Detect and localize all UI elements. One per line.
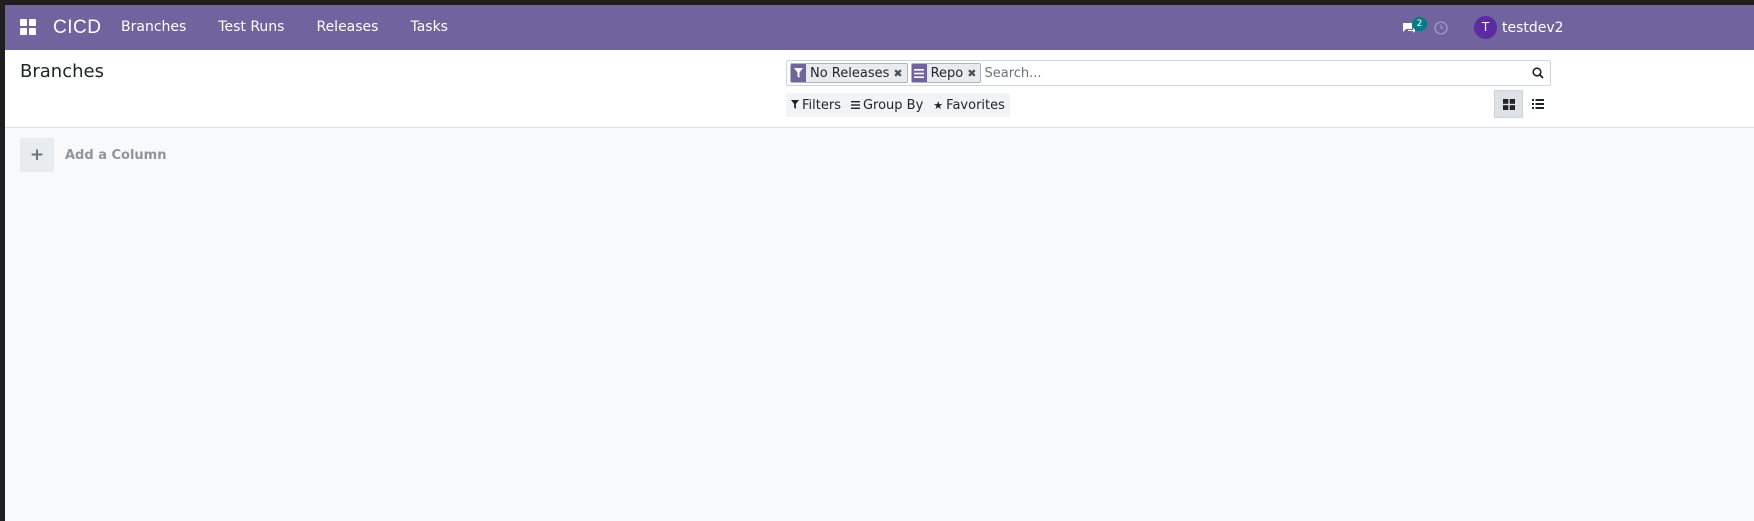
apps-grid-icon[interactable] [20,19,36,35]
top-navbar: CICD Branches Test Runs Releases Tasks 2… [5,5,1754,50]
search-icon[interactable] [1526,62,1550,84]
filters-button[interactable]: Filters [786,93,846,117]
plus-icon: + [20,138,54,172]
menu-item-branches[interactable]: Branches [105,5,202,50]
page-title: Branches [20,61,104,82]
facet-label: No Releases [810,65,890,81]
list-view-button[interactable] [1523,90,1552,118]
group-by-button[interactable]: Group By [846,93,928,117]
facet-label: Repo [930,65,964,81]
favorites-button[interactable]: ★ Favorites [928,93,1010,117]
group-by-icon [851,99,860,112]
kanban-board: + Add a Column [5,129,1754,521]
app-window: CICD Branches Test Runs Releases Tasks 2… [5,5,1754,521]
add-column-button[interactable]: + Add a Column [20,138,166,172]
star-icon: ★ [933,98,944,112]
filters-label: Filters [802,97,841,113]
group-by-icon [911,64,927,82]
search-facet-groupby: Repo ✖ [910,63,982,83]
view-switcher [1494,90,1552,118]
main-menu: Branches Test Runs Releases Tasks [105,5,464,50]
add-column-label: Add a Column [65,147,167,163]
control-panel: Branches No Releases ✖ Repo ✖ Search... … [5,50,1754,128]
favorites-label: Favorites [946,97,1005,113]
search-input[interactable] [984,62,1526,84]
group-by-label: Group By [862,97,924,113]
kanban-view-button[interactable] [1494,90,1523,118]
search-options-bar: Filters Group By ★ Favorites [786,93,1010,117]
message-count-badge: 2 [1412,17,1427,31]
filter-icon [791,99,799,112]
clock-icon[interactable] [1434,21,1448,35]
facet-remove-icon[interactable]: ✖ [893,67,906,80]
facet-remove-icon[interactable]: ✖ [967,67,980,80]
menu-item-test-runs[interactable]: Test Runs [202,5,300,50]
user-avatar[interactable]: T [1474,16,1497,39]
search-bar: No Releases ✖ Repo ✖ [786,60,1551,86]
kanban-grid-icon [1502,98,1515,110]
search-facet-filter: No Releases ✖ [790,63,908,83]
menu-item-releases[interactable]: Releases [300,5,394,50]
list-icon [1531,99,1544,109]
user-menu-name[interactable]: testdev2 [1502,20,1564,36]
filter-icon [791,64,806,82]
app-brand[interactable]: CICD [53,17,101,39]
menu-item-tasks[interactable]: Tasks [394,5,464,50]
